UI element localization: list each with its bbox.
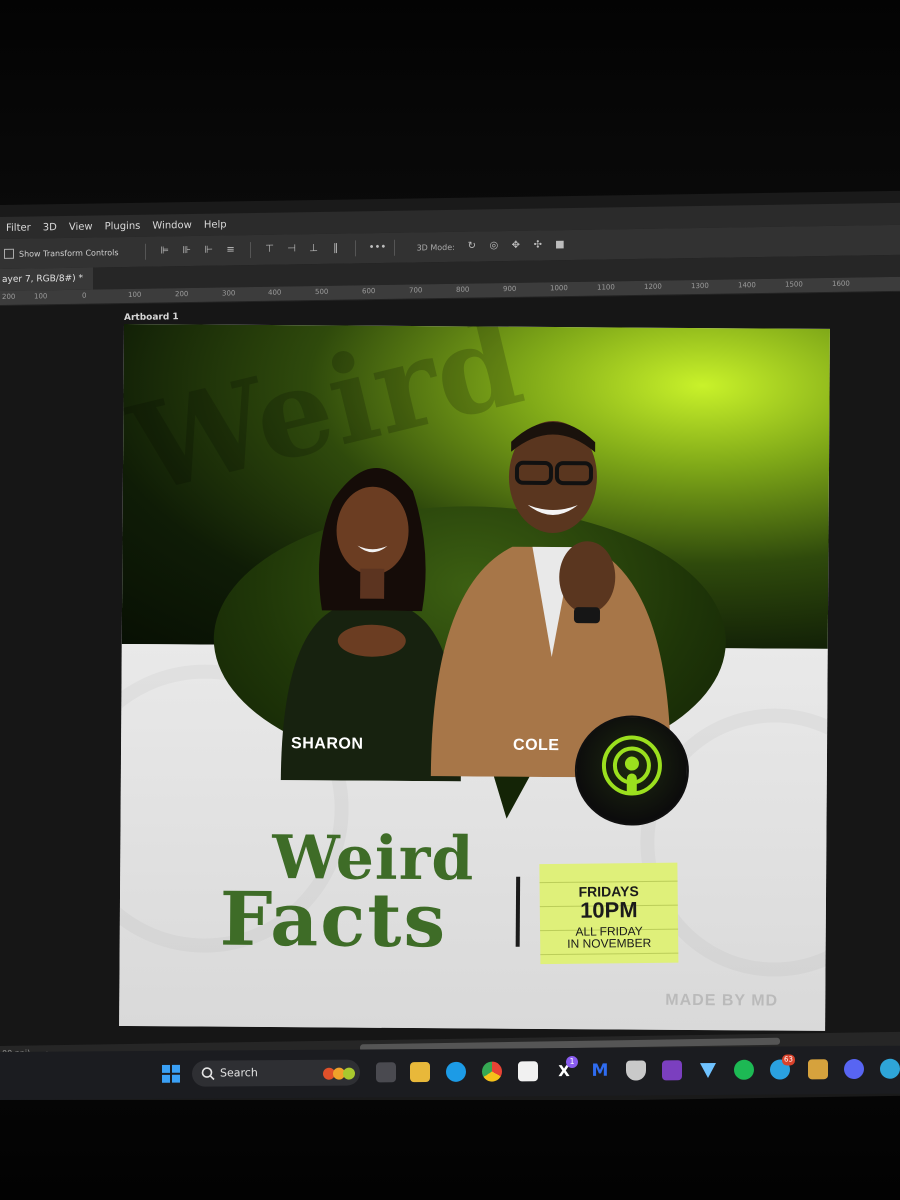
photo-bottom-dark — [0, 1100, 900, 1200]
ruler-label: 200 — [175, 290, 189, 299]
ruler-label: 1300 — [691, 281, 709, 291]
ruler-label: 100 — [128, 290, 142, 299]
menu-view[interactable]: View — [63, 221, 99, 233]
ruler-label: 900 — [503, 284, 517, 294]
artboard-canvas[interactable]: Weird SHARON COLE Weird Facts FRIDAYS 10… — [119, 324, 830, 1031]
ruler-label: 500 — [315, 287, 329, 297]
document-tab[interactable]: ayer 7, RGB/8#) * — [0, 267, 93, 291]
ruler-label: 1600 — [832, 279, 850, 288]
align-left-icon[interactable]: ⊫ — [159, 245, 171, 257]
slide-3d-icon[interactable]: ✣ — [532, 239, 544, 251]
ruler-label: 1200 — [644, 282, 662, 291]
malwarebytes-icon[interactable]: M — [590, 1061, 610, 1081]
chrome-icon[interactable] — [482, 1061, 502, 1082]
ruler-label: 1000 — [550, 284, 568, 293]
spotify-icon[interactable] — [734, 1059, 754, 1080]
telegram-badge: 63 — [782, 1054, 795, 1066]
note-ruling — [540, 952, 679, 956]
copilot-icon[interactable] — [880, 1058, 900, 1079]
divider — [393, 239, 395, 256]
podcast-icon — [601, 735, 662, 796]
menu-help[interactable]: Help — [198, 219, 233, 231]
align-right-icon[interactable]: ⊩ — [203, 245, 215, 257]
host-name-cole: COLE — [513, 736, 560, 755]
menu-filter[interactable]: Filter — [0, 222, 37, 234]
schedule-time: 10PM — [579, 897, 638, 923]
ruler-label: 800 — [456, 285, 470, 294]
show-transform-label: Show Transform Controls — [19, 247, 119, 259]
store-icon[interactable] — [518, 1061, 538, 1082]
ruler-label: 1100 — [597, 283, 615, 292]
divider — [354, 240, 356, 257]
task-view-icon[interactable] — [376, 1062, 396, 1083]
align-center-icon[interactable]: ⊪ — [181, 245, 193, 257]
taskbar-search[interactable]: Search — [192, 1059, 360, 1087]
divider — [249, 242, 251, 259]
show-transform-checkbox[interactable] — [4, 248, 14, 259]
distribute-vertical-icon[interactable]: ‖ — [330, 243, 342, 255]
windows-start-icon[interactable] — [162, 1064, 180, 1083]
avatar-app-icon[interactable] — [808, 1059, 828, 1080]
title-divider — [515, 876, 521, 947]
ruler-label: 200 — [2, 292, 16, 301]
pan-3d-icon[interactable]: ✥ — [510, 240, 522, 252]
align-middle-icon[interactable]: ⊣ — [286, 243, 298, 255]
ruler-label: 400 — [268, 288, 282, 297]
ruler-label: 300 — [222, 289, 236, 298]
ruler-label: 600 — [362, 287, 376, 296]
artboard-label[interactable]: Artboard 1 — [124, 312, 179, 323]
align-bottom-icon[interactable]: ⊥ — [308, 243, 320, 255]
schedule-line-4: IN NOVEMBER — [567, 935, 652, 951]
schedule-note: FRIDAYS 10PM ALL FRIDAY IN NOVEMBER — [539, 862, 679, 965]
fruits-widget-icon[interactable] — [322, 1065, 356, 1081]
file-explorer-icon[interactable] — [410, 1061, 430, 1083]
host-name-sharon: SHARON — [291, 735, 364, 753]
align-top-icon[interactable]: ⊤ — [264, 244, 276, 256]
made-by-watermark: MADE BY MD — [665, 991, 779, 1010]
distribute-icon[interactable]: ≡ — [225, 244, 237, 256]
3d-mode-label: 3D Mode: — [416, 242, 455, 252]
camera-3d-icon[interactable]: ■ — [554, 239, 566, 251]
search-icon — [201, 1067, 215, 1081]
menu-window[interactable]: Window — [146, 219, 197, 231]
proton-vpn-icon[interactable] — [698, 1060, 718, 1080]
menu-3d[interactable]: 3D — [37, 222, 63, 233]
schedule-frequency: ALL FRIDAY IN NOVEMBER — [540, 924, 678, 951]
orbit-3d-icon[interactable]: ↻ — [466, 240, 478, 252]
podcast-badge — [574, 715, 690, 826]
brave-icon[interactable] — [626, 1060, 646, 1081]
windows-taskbar: Search X 1 M 63 — [0, 1045, 900, 1100]
edge-icon[interactable] — [446, 1061, 466, 1082]
ruler-label: 1400 — [738, 281, 756, 290]
roll-3d-icon[interactable]: ◎ — [488, 240, 500, 252]
x-notification-badge: 1 — [566, 1055, 578, 1069]
onenote-icon[interactable] — [662, 1060, 682, 1081]
menu-plugins[interactable]: Plugins — [99, 220, 147, 232]
ruler-label: 100 — [34, 292, 48, 301]
divider — [144, 243, 146, 260]
search-label: Search — [220, 1066, 258, 1080]
ruler-label: 700 — [409, 286, 423, 295]
photo-top-dark — [0, 0, 900, 215]
ruler-label: 0 — [82, 291, 87, 300]
ruler-label: 1500 — [785, 280, 803, 289]
discord-icon[interactable] — [844, 1058, 864, 1080]
more-options-button[interactable]: ••• — [369, 242, 387, 254]
title-facts: Facts — [219, 876, 448, 965]
